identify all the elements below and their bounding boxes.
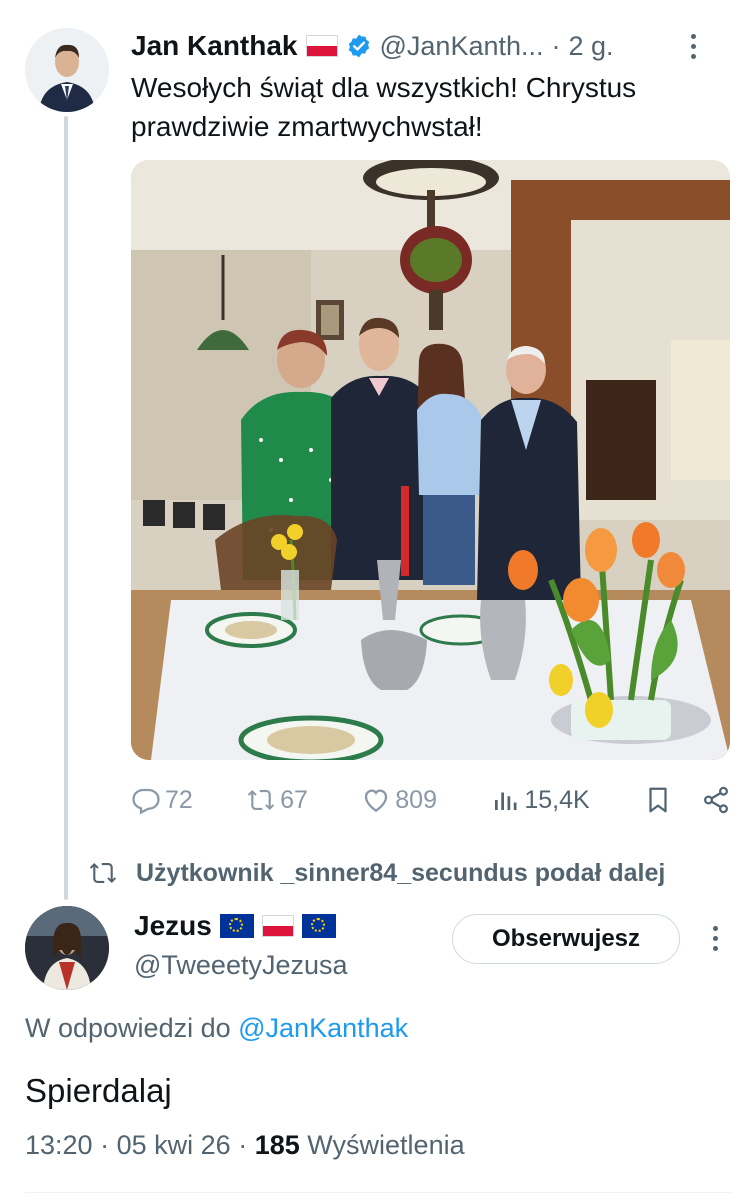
separator: · xyxy=(238,1130,248,1160)
retweet-icon xyxy=(248,790,275,810)
flag-poland-icon xyxy=(305,35,338,57)
views-button[interactable]: 15,4K xyxy=(490,785,590,815)
flag-eu-icon xyxy=(219,914,254,938)
following-button[interactable]: Obserwujesz xyxy=(452,914,680,964)
flag-poland-icon xyxy=(261,915,294,937)
tweet-header: Jezus xyxy=(134,910,336,942)
author-name[interactable]: Jan Kanthak xyxy=(131,30,298,62)
avatar-image xyxy=(25,906,109,990)
author-handle[interactable]: @JanKanth... xyxy=(380,31,544,62)
thread-line xyxy=(64,116,68,900)
retweeted-by[interactable]: Użytkownik _sinner84_secundus podał dale… xyxy=(88,858,665,888)
reply-to-link[interactable]: @JanKanthak xyxy=(238,1013,408,1043)
retweet-icon xyxy=(89,863,117,883)
tweet-meta: 13:20 · 05 kwi 26 · 185 Wyświetlenia xyxy=(25,1130,465,1161)
tweet-date[interactable]: 05 kwi 26 xyxy=(117,1130,231,1160)
tweet-time[interactable]: 13:20 xyxy=(25,1130,93,1160)
author-name[interactable]: Jezus xyxy=(134,910,212,942)
retweet-count: 67 xyxy=(280,785,308,814)
separator: · xyxy=(100,1130,110,1160)
separator: · xyxy=(551,30,561,61)
reply-count: 72 xyxy=(165,785,193,814)
tweet-age[interactable]: 2 g. xyxy=(569,31,614,62)
reply-context: W odpowiedzi do @JanKanthak xyxy=(25,1013,408,1044)
like-count: 809 xyxy=(395,785,437,814)
avatar[interactable] xyxy=(25,28,109,112)
flag-eu-icon xyxy=(301,914,336,938)
share-icon[interactable] xyxy=(701,785,731,815)
tweet-text: Wesołych świąt dla wszystkich! Chrystus … xyxy=(131,72,637,142)
tweet-text: Spierdalaj xyxy=(25,1072,172,1109)
author-handle[interactable]: @TweeetyJezusa xyxy=(134,950,348,981)
bookmark-icon[interactable] xyxy=(643,785,673,815)
views-count: 15,4K xyxy=(524,785,590,814)
reply-button[interactable]: 72 xyxy=(131,785,193,815)
reply-prefix: W odpowiedzi do xyxy=(25,1013,239,1043)
more-icon[interactable] xyxy=(700,920,730,956)
like-button[interactable]: 809 xyxy=(361,785,437,815)
like-icon xyxy=(365,789,388,812)
verified-badge-icon xyxy=(348,34,369,58)
views-icon xyxy=(495,792,517,810)
action-icons xyxy=(643,785,731,815)
views-label: Wyświetlenia xyxy=(307,1130,465,1160)
avatar[interactable] xyxy=(25,906,109,990)
retweet-button[interactable]: 67 xyxy=(246,785,308,815)
retweet-note-text: Użytkownik _sinner84_secundus podał dale… xyxy=(136,858,666,887)
avatar-image xyxy=(25,28,109,112)
divider xyxy=(25,1192,731,1193)
tweet-actions: 72 67 809 15,4K xyxy=(131,780,731,820)
family-dinner-photo xyxy=(131,160,730,760)
reply-icon xyxy=(132,788,160,815)
more-icon[interactable] xyxy=(678,28,708,64)
tweet-header: Jan Kanthak @JanKanth... · 2 g. xyxy=(131,28,736,64)
tweet-photo[interactable] xyxy=(131,160,730,760)
views-count: 185 xyxy=(254,1130,300,1160)
